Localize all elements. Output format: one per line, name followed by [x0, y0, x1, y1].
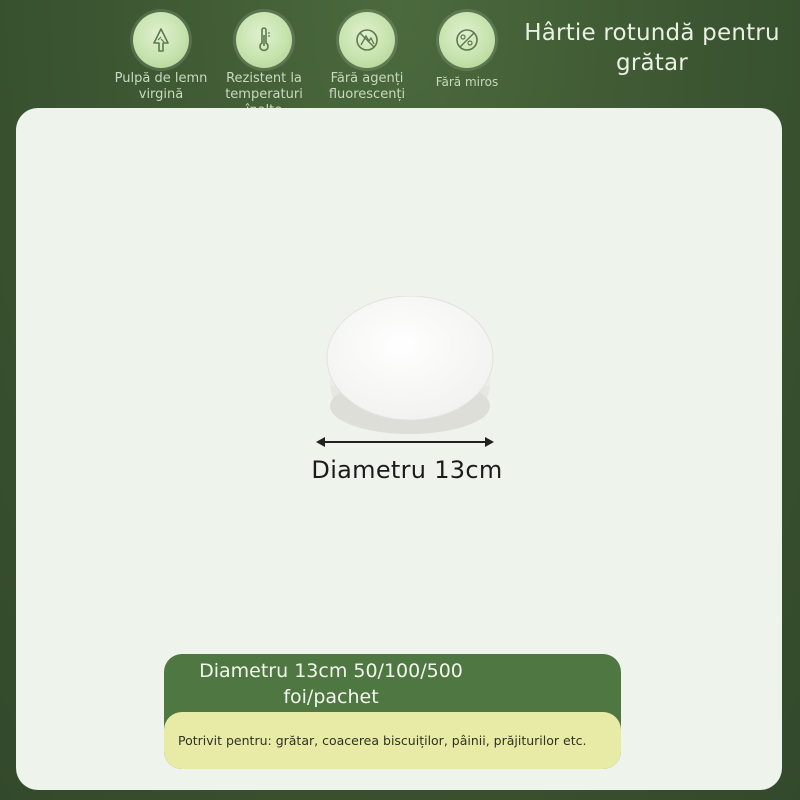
no-fluorescent-icon	[339, 12, 395, 68]
usage-box: Potrivit pentru: grătar, coacerea biscui…	[164, 712, 621, 769]
round-paper-image	[326, 295, 494, 438]
feature-virgin-pulp: Pulpă de lemn virgină	[106, 12, 216, 103]
package-info: Diametru 13cm 50/100/500 foi/pachet	[199, 660, 463, 708]
feature-label: Pulpă de lemn virgină	[114, 71, 208, 102]
no-odor-icon	[439, 12, 495, 68]
tree-icon	[133, 12, 189, 68]
page-title: Hârtie rotundă pentru grătar	[524, 20, 780, 76]
feature-odorless: Fără miros	[412, 12, 522, 90]
feature-badges: Pulpă de lemn virgină Rezistent la tempe…	[0, 12, 522, 118]
feature-label: Fără miros	[435, 75, 499, 89]
info-box: Diametru 13cm 50/100/500 foi/pachet Potr…	[164, 654, 621, 769]
diameter-label: Diametru 13cm	[311, 456, 503, 484]
diameter-arrow	[316, 437, 494, 447]
feature-label: Fără agenți fluorescenți	[328, 71, 406, 102]
thermometer-icon	[236, 12, 292, 68]
feature-no-fluorescent: Fără agenți fluorescenți	[312, 12, 422, 103]
usage-text: Potrivit pentru: grătar, coacerea biscui…	[178, 733, 587, 748]
feature-heat-resistant: Rezistent la temperaturi înalte	[209, 12, 319, 119]
